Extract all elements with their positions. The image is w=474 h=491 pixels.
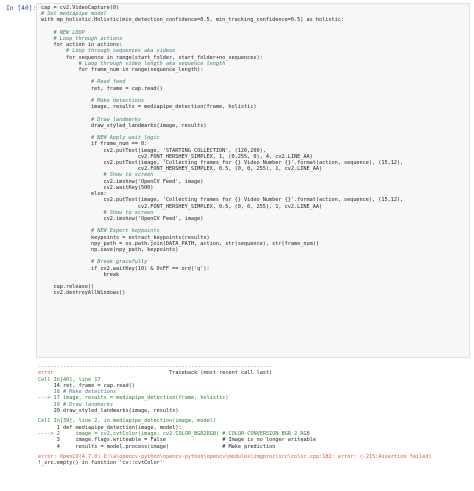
- traceback-line: 20 draw_styled_landmarks(image, results): [38, 408, 179, 415]
- code-line: # Read feed: [41, 79, 126, 86]
- code-line: for frame_num in range(sequence_length):: [41, 67, 204, 74]
- code-line: # Loop through actions: [41, 36, 123, 43]
- error-label: error: [38, 370, 54, 377]
- code-line: cap = cv2.VideoCapture(0): [41, 5, 120, 11]
- code-line: np.save(npy_path, keypoints): [41, 246, 179, 253]
- code-line: # Break gracefully: [41, 259, 148, 266]
- cell2-frames: 1 def mediapipe_detection(image, model):…: [38, 425, 470, 450]
- traceback-line: ----> 2 image = cv2.cvtColor(image, cv2.…: [38, 430, 310, 437]
- code-line: # NEW Apply wait logic: [41, 135, 160, 142]
- code-line: cv2.imshow('OpenCV Feed', image): [41, 215, 204, 222]
- traceback-line: 3 image.flags.writeable = False # Image …: [38, 437, 316, 444]
- code-line: image, results = mediapipe_detection(fra…: [41, 104, 257, 111]
- code-line: cv2.FONT_HERSHEY_SIMPLEX, 0.5, (0, 0, 25…: [41, 203, 323, 210]
- code-line: # Set mediapipe model: [41, 11, 107, 18]
- traceback-line: 19 # Draw landmarks: [38, 401, 113, 408]
- code-line: # Loop through video length aka sequence…: [41, 60, 226, 67]
- code-line: cv2.putText(image, 'Collecting frames fo…: [41, 197, 404, 204]
- traceback-line: 1 def mediapipe_detection(image, model):: [38, 424, 182, 431]
- code-line: # Loop through sequences aka videos: [41, 48, 176, 55]
- code-line: # Show to screen: [41, 209, 154, 216]
- cell-output: ----------------------------------------…: [38, 364, 470, 466]
- code-line: if frame_num == 0:: [41, 141, 148, 148]
- code-line: for sequence in range(start_folder, star…: [41, 54, 263, 61]
- code-line: cap.release(): [41, 284, 95, 291]
- cell-prompt: In [40]:: [6, 5, 37, 12]
- code-line: cv2.destroyAllWindows(): [41, 290, 126, 297]
- code-line: with mp_holistic.Holistic(min_detection_…: [41, 17, 344, 24]
- code-line: cv2.putText(image, 'Collecting frames fo…: [41, 160, 404, 167]
- code-line: else:: [41, 191, 107, 198]
- code-line: # Show to screen: [41, 172, 154, 179]
- code-line: draw_styled_landmarks(image, results): [41, 122, 207, 129]
- code-line: # NEW Export keypoints: [41, 228, 160, 235]
- final-error-line-2: !_src.empty() in function 'cv::cvtColor': [38, 460, 163, 467]
- traceback-title: Traceback (most recent call last): [169, 370, 273, 377]
- code-line: cv2.FONT_HERSHEY_SIMPLEX, 0.5, (0, 0, 25…: [41, 166, 323, 173]
- traceback-line: 14 ret, frame = cap.read(): [38, 382, 135, 389]
- code-line: for action in actions:: [41, 42, 123, 49]
- code-editor[interactable]: cap = cv2.VideoCapture(0) # Set mediapip…: [41, 5, 403, 297]
- code-line: ret, frame = cap.read(): [41, 85, 163, 92]
- code-line: break: [41, 271, 120, 278]
- code-line: # NEW LOOP: [41, 29, 85, 36]
- code-line: # Draw landmarks: [41, 116, 141, 123]
- traceback-line: 4 results = model.process(image) # Make …: [38, 443, 276, 450]
- code-line: cv2.imshow('OpenCV Feed', image): [41, 178, 204, 185]
- cell1-frames: 14 ret, frame = cap.read() 16 # Make det…: [38, 383, 470, 414]
- code-line: npy_path = os.path.join(DATA_PATH, actio…: [41, 240, 319, 247]
- code-line: cv2.waitKey(500): [41, 184, 154, 191]
- code-line: # Make detections: [41, 98, 145, 105]
- code-line: cv2.FONT_HERSHEY_SIMPLEX, 1, (0,255, 0),…: [41, 153, 313, 160]
- traceback-line: ---> 17 image, results = mediapipe_detec…: [38, 395, 229, 402]
- code-line: if cv2.waitKey(10) & 0xFF == ord('q'):: [41, 265, 210, 272]
- code-cell[interactable]: cap = cv2.VideoCapture(0) # Set mediapip…: [36, 3, 470, 358]
- code-line: keypoints = extract_keypoints(results): [41, 234, 210, 241]
- traceback-line: 16 # Make detections: [38, 389, 117, 396]
- code-line: cv2.putText(image, 'STARTING COLLECTION'…: [41, 147, 266, 154]
